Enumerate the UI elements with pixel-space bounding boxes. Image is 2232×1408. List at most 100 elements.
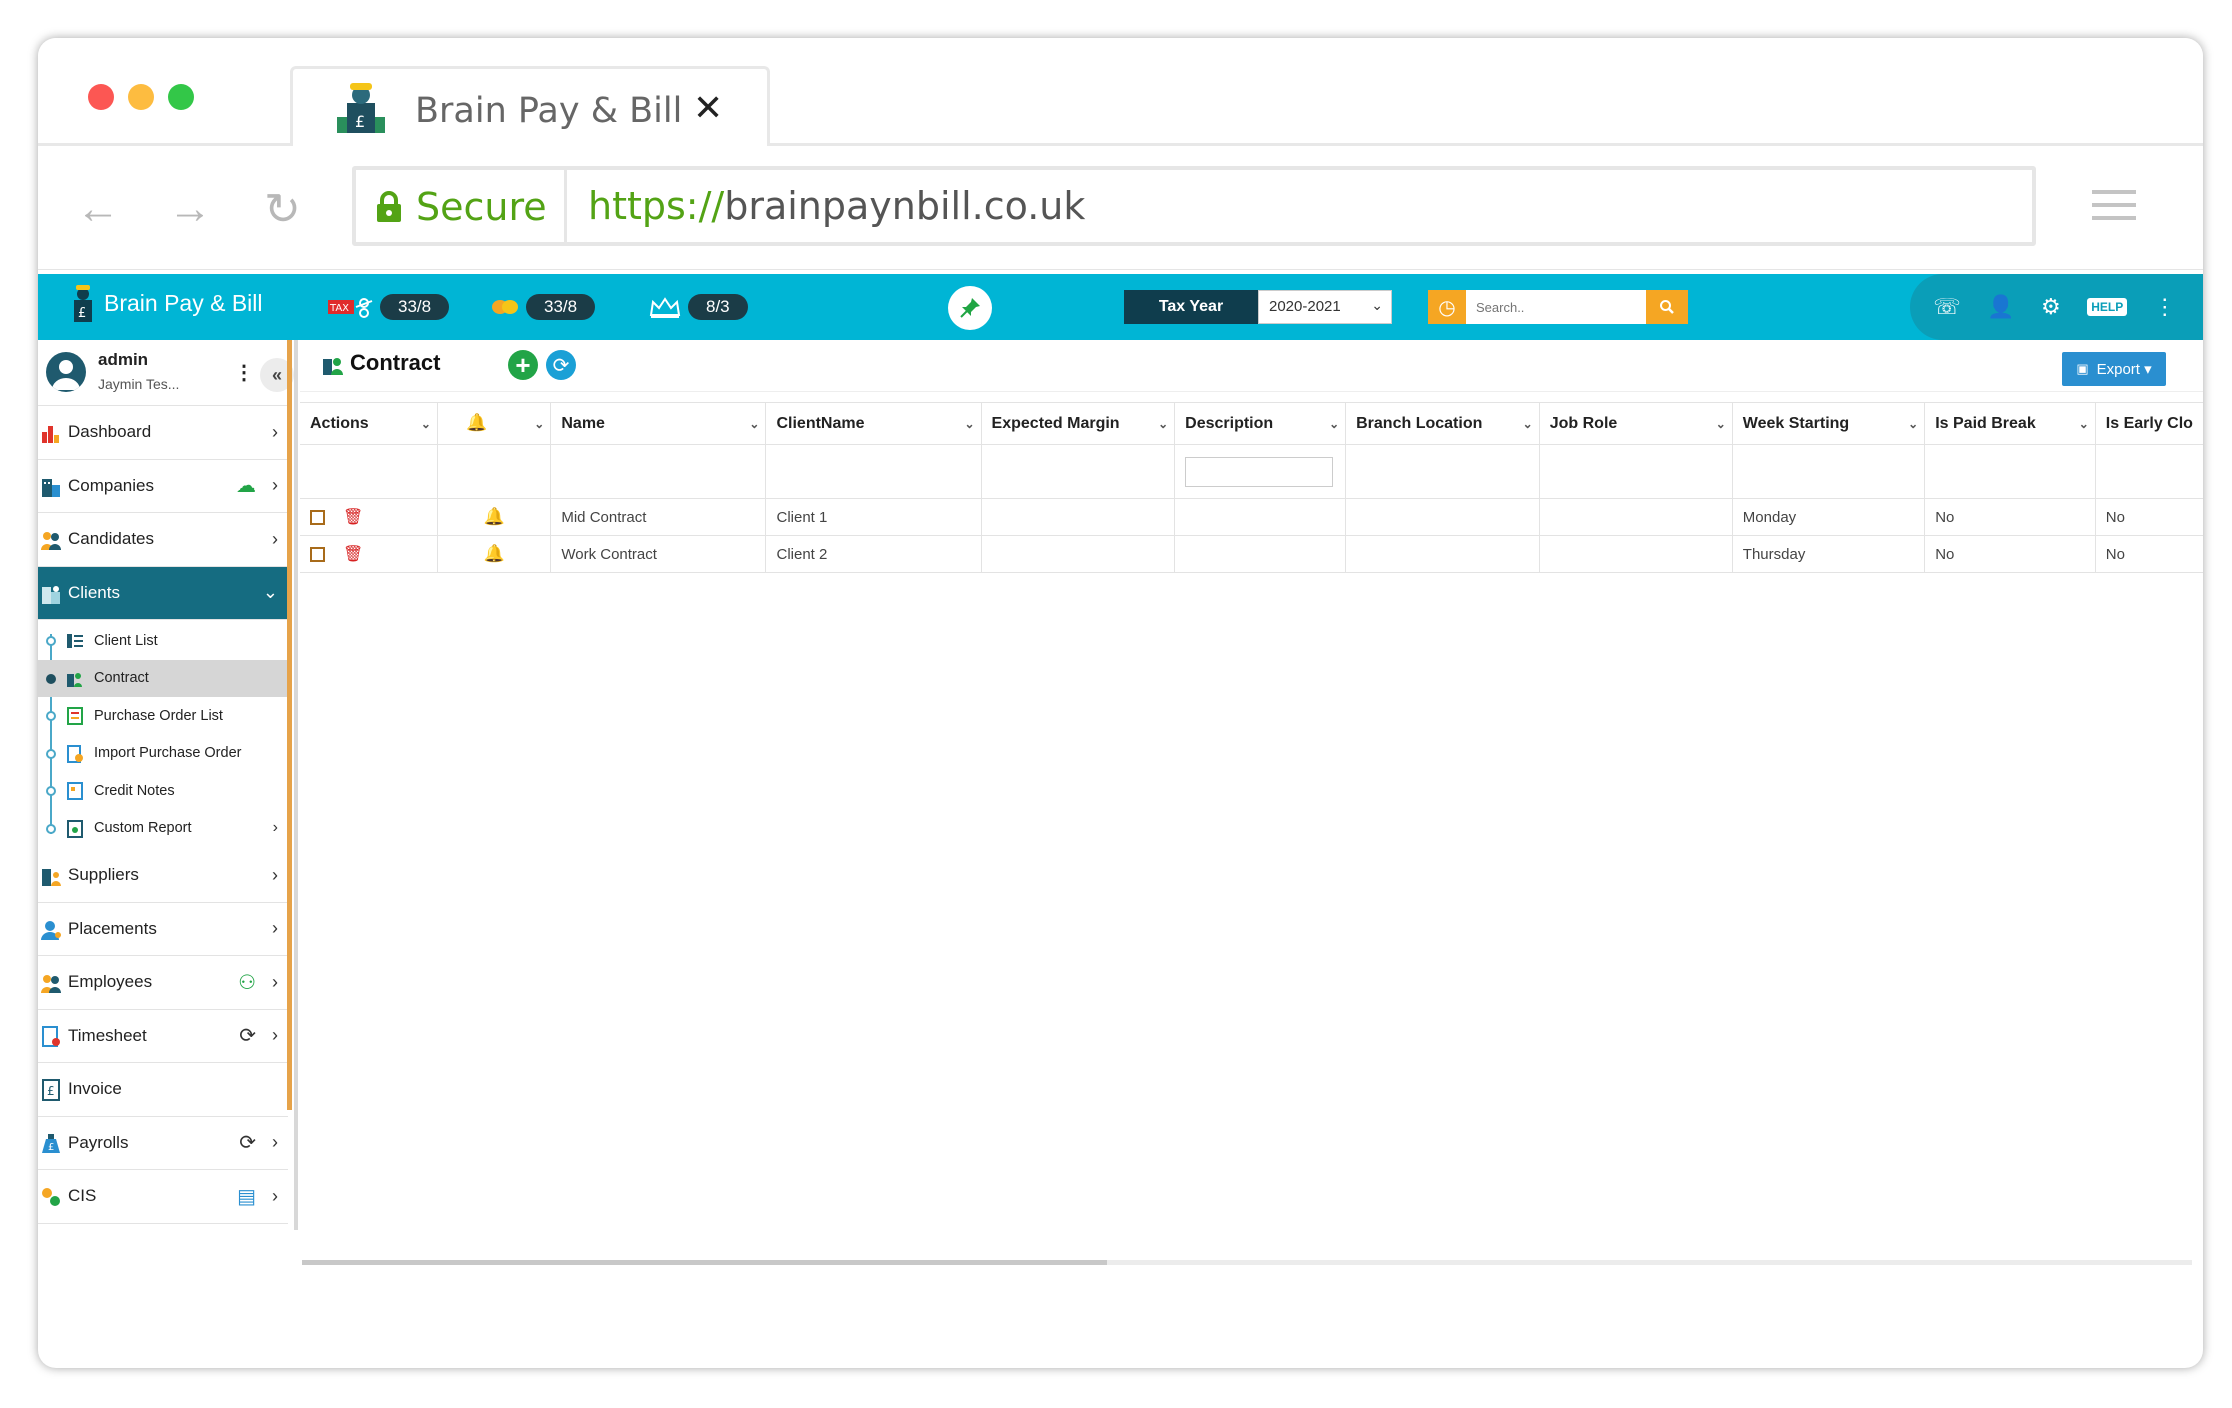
sync-icon[interactable]: ⟳ xyxy=(239,1023,256,1048)
export-button[interactable]: ▣ Export ▾ xyxy=(2062,352,2166,386)
chevron-down-icon[interactable]: ⌄ xyxy=(1908,417,1918,431)
support-icon[interactable]: ☏ xyxy=(1933,294,1961,320)
add-employee-icon[interactable]: ⚇ xyxy=(238,970,256,995)
sidebar-item-candidates[interactable]: Candidates › xyxy=(38,513,288,567)
horizontal-scrollbar[interactable] xyxy=(302,1260,1107,1265)
user-profile-icon[interactable]: 👤 xyxy=(1987,294,2014,320)
maximize-window-button[interactable] xyxy=(168,84,194,110)
edit-icon[interactable] xyxy=(310,546,325,562)
filter-cell xyxy=(1174,444,1347,499)
column-header-is-paid-break[interactable]: Is Paid Break ⌄ xyxy=(1924,402,2096,445)
sidebar-item-dashboard[interactable]: Dashboard › xyxy=(38,406,288,460)
person-pin-icon xyxy=(41,920,61,940)
submenu-item-contract[interactable]: Contract xyxy=(38,659,288,697)
tax-year-select[interactable]: 2020-2021 ⌄ xyxy=(1258,290,1392,324)
help-icon[interactable]: HELP xyxy=(2087,298,2128,316)
submenu-item-client-list[interactable]: Client List xyxy=(38,622,288,660)
sidebar-item-label: Invoice xyxy=(68,1079,122,1099)
chevron-down-icon[interactable]: ⌄ xyxy=(1158,417,1168,431)
search-button[interactable] xyxy=(1646,290,1688,324)
browser-tab[interactable]: £ Brain Pay & Bill ✕ xyxy=(290,66,770,148)
column-label: ClientName xyxy=(776,414,865,432)
chevron-down-icon[interactable]: ⌄ xyxy=(2079,417,2089,431)
column-header-actions[interactable]: Actions ⌄ xyxy=(300,402,438,445)
chevron-down-icon[interactable]: ⌄ xyxy=(421,417,431,431)
sidebar-scrollbar[interactable] xyxy=(287,340,292,1110)
chevron-down-icon[interactable]: ⌄ xyxy=(1716,417,1726,431)
back-icon[interactable]: ← xyxy=(76,184,120,234)
column-header-job-role[interactable]: Job Role ⌄ xyxy=(1539,402,1733,445)
column-header-clientname[interactable]: ClientName ⌄ xyxy=(765,402,982,445)
avatar[interactable] xyxy=(46,352,86,392)
user-avatar-icon xyxy=(52,360,80,390)
submenu-item-custom-report[interactable]: Custom Report › xyxy=(38,810,288,848)
cloud-upload-icon[interactable]: ☁ xyxy=(236,473,256,498)
chevron-down-icon[interactable]: ⌄ xyxy=(1523,417,1533,431)
chevron-right-icon: › xyxy=(272,421,278,442)
app-logo[interactable]: £ Brain Pay & Bill xyxy=(68,282,263,324)
column-header-name[interactable]: Name ⌄ xyxy=(550,402,767,445)
forward-icon[interactable]: → xyxy=(168,184,212,234)
column-header-week-starting[interactable]: Week Starting ⌄ xyxy=(1732,402,1926,445)
column-header-branch-location[interactable]: Branch Location ⌄ xyxy=(1345,402,1540,445)
delete-icon[interactable]: 🗑 xyxy=(343,507,363,527)
table-row[interactable]: 🗑 🔔 Mid Contract Client 1 Monday No No xyxy=(300,498,2203,536)
sidebar-item-employees[interactable]: Employees ⚇ › xyxy=(38,956,288,1010)
column-header-is-early-close[interactable]: Is Early Clo xyxy=(2095,402,2203,445)
sidebar-item-invoice[interactable]: £ Invoice xyxy=(38,1063,288,1117)
close-window-button[interactable] xyxy=(88,84,114,110)
delete-icon[interactable]: 🗑 xyxy=(343,544,363,564)
submenu-item-purchase-order-list[interactable]: Purchase Order List xyxy=(38,697,288,735)
table-row[interactable]: 🗑 🔔 Work Contract Client 2 Thursday No N… xyxy=(300,535,2203,573)
name-cell: Work Contract xyxy=(550,535,767,573)
chevron-down-icon[interactable]: ⌄ xyxy=(964,417,974,431)
column-header-expected-margin[interactable]: Expected Margin ⌄ xyxy=(981,402,1176,445)
tax-year-label: Tax Year xyxy=(1124,290,1258,324)
sidebar-item-label: Clients xyxy=(68,582,120,602)
user-name: admin xyxy=(98,350,149,369)
address-bar[interactable]: Secure https://brainpaynbill.co.uk xyxy=(352,166,2036,246)
edit-icon[interactable] xyxy=(310,509,325,525)
page-title: Contract xyxy=(350,350,441,375)
sidebar-item-cis[interactable]: CIS ▤ › xyxy=(38,1170,288,1224)
sidebar-item-suppliers[interactable]: Suppliers › xyxy=(38,849,288,903)
gear-icon[interactable]: ⚙ xyxy=(2041,294,2061,320)
filter-cell xyxy=(765,444,982,499)
report-icon[interactable]: ▤ xyxy=(237,1184,256,1209)
add-contract-button[interactable]: + xyxy=(508,350,538,380)
user-menu-icon[interactable]: ⋮ xyxy=(234,360,254,385)
more-vertical-icon[interactable]: ⋮ xyxy=(2154,294,2176,320)
bullet xyxy=(46,748,56,759)
sidebar-item-payrolls[interactable]: £ Payrolls ⟳ › xyxy=(38,1117,288,1170)
url-host: brainpaynbill.co.uk xyxy=(724,184,1086,228)
secure-indicator[interactable]: Secure xyxy=(376,182,547,232)
sidebar-item-companies[interactable]: Companies ☁ › xyxy=(38,460,288,513)
sidebar-item-placements[interactable]: Placements › xyxy=(38,903,288,956)
column-header-description[interactable]: Description ⌄ xyxy=(1174,402,1347,445)
bell-icon[interactable]: 🔔 xyxy=(484,507,505,526)
crown-counter[interactable]: 8/3 xyxy=(648,294,748,320)
chevron-right-icon: › xyxy=(272,864,278,885)
reload-icon[interactable]: ↻ xyxy=(264,184,301,235)
column-header-notify[interactable]: 🔔 ⌄ xyxy=(437,402,552,445)
bell-icon[interactable]: 🔔 xyxy=(484,544,505,563)
browser-menu-icon[interactable] xyxy=(2092,190,2136,229)
submenu-item-credit-notes[interactable]: Credit Notes xyxy=(38,772,288,810)
sync-icon[interactable]: ⟳ xyxy=(239,1130,256,1155)
tax-counter[interactable]: TAX 33/8 xyxy=(328,294,450,320)
chevron-down-icon[interactable]: ⌄ xyxy=(749,417,759,431)
pin-button[interactable] xyxy=(948,286,992,330)
sidebar-item-timesheet[interactable]: Timesheet ⟳ › xyxy=(38,1010,288,1063)
submenu-item-import-purchase-order[interactable]: Import Purchase Order xyxy=(38,735,288,773)
sidebar-item-clients[interactable]: Clients ⌄ xyxy=(38,566,288,620)
chevron-down-icon[interactable]: ⌄ xyxy=(534,417,544,431)
clock-icon[interactable]: ◷ xyxy=(1428,290,1466,324)
tab-close-icon[interactable]: ✕ xyxy=(693,87,723,129)
coins-counter[interactable]: 33/8 xyxy=(490,294,596,320)
description-filter-input[interactable] xyxy=(1185,456,1334,487)
refresh-button[interactable]: ⟳ xyxy=(546,350,576,380)
search-input[interactable] xyxy=(1466,290,1646,324)
url-text[interactable]: https://brainpaynbill.co.uk xyxy=(588,184,1085,228)
chevron-down-icon[interactable]: ⌄ xyxy=(1329,417,1339,431)
minimize-window-button[interactable] xyxy=(128,84,154,110)
